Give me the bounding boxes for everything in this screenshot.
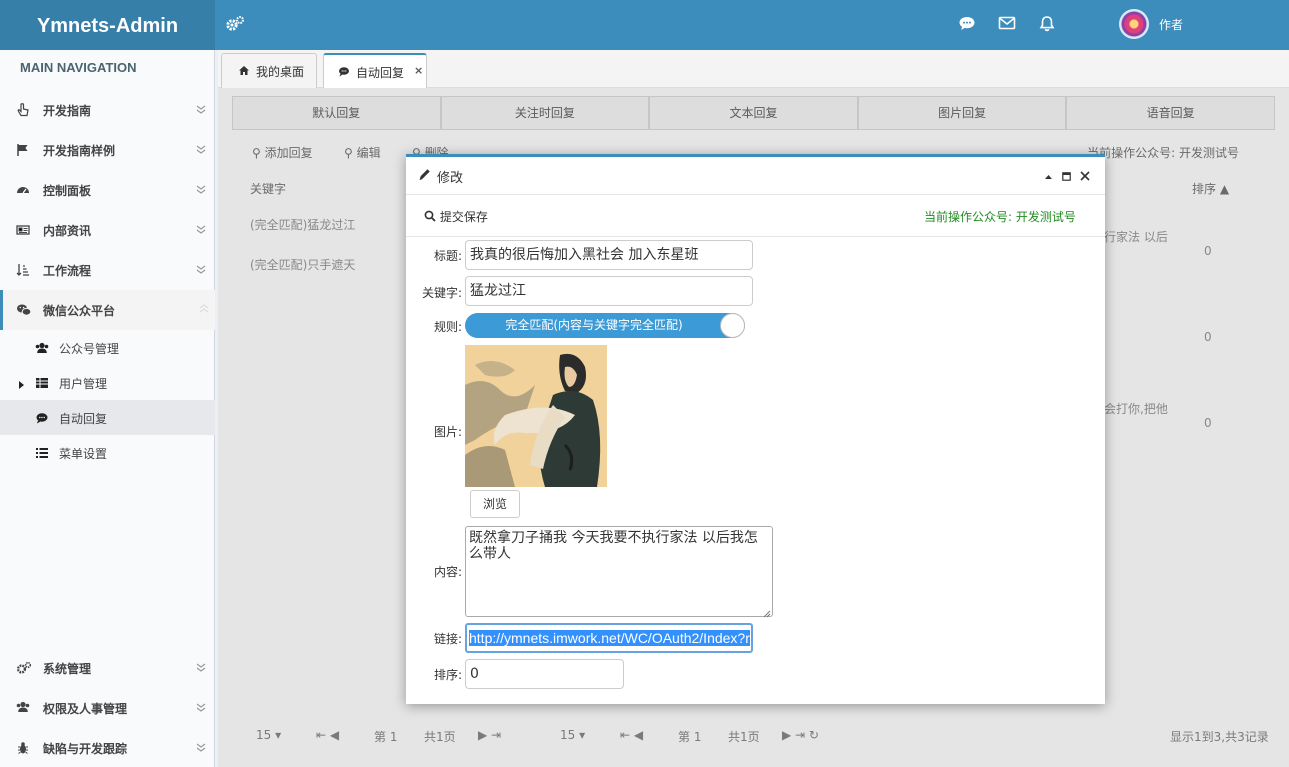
avatar[interactable] (1119, 9, 1149, 39)
sidebar-item-wechat-platform[interactable]: 微信公众平台 (0, 290, 215, 330)
dialog-toolbar: 提交保存 当前操作公众号: 开发测试号 (406, 195, 1105, 237)
image-label: 图片: (433, 425, 462, 439)
sidebar-item-dashboard[interactable]: 控制面板 (0, 170, 215, 210)
sidebar-item-system[interactable]: 系统管理 (0, 648, 215, 688)
content-label: 内容: (433, 565, 462, 579)
title-label: 标题: (433, 249, 462, 263)
sidebar-item-dev-guide-samples[interactable]: 开发指南样例 (0, 130, 215, 170)
home-icon (238, 65, 250, 79)
sidebar-item-permissions-hr[interactable]: 权限及人事管理 (0, 688, 215, 728)
link-field[interactable]: http://ymnets.imwork.net/WC/OAuth2/Index… (465, 623, 753, 653)
keyword-field[interactable]: 猛龙过江 (465, 276, 753, 306)
sidebar-subitem-auto-reply[interactable]: 自动回复 (0, 400, 215, 435)
sidebar-item-label: 系统管理 (43, 662, 92, 676)
bug-icon (16, 741, 30, 758)
user-name[interactable]: 作者 (1159, 16, 1183, 33)
table-icon (35, 377, 49, 392)
comment-icon (338, 66, 350, 80)
dialog-title: 修改 (437, 171, 464, 186)
rule-toggle[interactable]: 完全匹配(内容与关键字完全匹配) (465, 313, 745, 338)
toggle-knob[interactable] (720, 313, 745, 338)
chevron-down-icon (195, 183, 207, 198)
sidebar-subitem-label: 自动回复 (59, 412, 108, 426)
chevron-down-icon (195, 263, 207, 278)
link-value: http://ymnets.imwork.net/WC/OAuth2/Index… (469, 630, 750, 646)
tab-close-icon[interactable]: × (414, 64, 423, 77)
sidebar-item-label: 内部资讯 (43, 224, 92, 238)
title-field[interactable]: 我真的很后悔加入黑社会 加入东星班 (465, 240, 753, 270)
envelope-icon[interactable] (998, 15, 1016, 34)
submit-save-button[interactable]: 提交保存 (424, 208, 488, 225)
newspaper-icon (16, 223, 30, 240)
sidebar-item-dev-guide[interactable]: 开发指南 (0, 90, 215, 130)
sidebar-subitem-accounts[interactable]: 公众号管理 (0, 330, 215, 365)
rule-label: 规则: (433, 320, 462, 334)
sidebar: MAIN NAVIGATION 开发指南 开发指南样例 控制面板 内部资讯 工作… (0, 50, 215, 767)
tab-label: 我的桌面 (256, 65, 305, 79)
collapse-icon[interactable] (1044, 170, 1053, 184)
sort-icon (16, 263, 30, 280)
dashboard-icon (16, 183, 30, 200)
chevron-down-icon (195, 223, 207, 238)
dialog-header[interactable]: 修改 (406, 157, 1105, 195)
close-icon[interactable] (1080, 170, 1090, 184)
app-logo[interactable]: Ymnets-Admin (0, 0, 215, 50)
chevron-down-icon (195, 741, 207, 756)
sidebar-subitem-label: 菜单设置 (59, 447, 108, 461)
sidebar-item-label: 权限及人事管理 (43, 702, 128, 716)
caret-right-icon (19, 378, 24, 392)
search-icon (424, 210, 436, 224)
comments-icon[interactable] (958, 15, 976, 34)
sort-field[interactable]: 0 (465, 659, 624, 689)
sidebar-subitem-label: 公众号管理 (59, 342, 120, 356)
keyword-label: 关键字: (421, 286, 462, 300)
sidebar-item-label: 缺陷与开发跟踪 (43, 742, 128, 756)
users-icon (35, 342, 49, 357)
resize-handle-icon[interactable] (763, 607, 771, 621)
pointer-hand-icon (16, 103, 30, 120)
link-label: 链接: (433, 632, 462, 646)
users-icon (16, 701, 30, 716)
pencil-icon (418, 168, 431, 184)
browse-button[interactable]: 浏览 (470, 490, 520, 518)
submit-save-label: 提交保存 (439, 210, 488, 224)
flag-icon (16, 143, 30, 160)
tab-my-desktop[interactable]: 我的桌面 (221, 53, 317, 89)
sidebar-item-label: 开发指南样例 (43, 144, 116, 158)
comment-icon (35, 412, 49, 427)
sidebar-item-label: 开发指南 (43, 104, 92, 118)
maximize-icon[interactable] (1062, 170, 1071, 184)
nav-heading: MAIN NAVIGATION (20, 60, 137, 75)
chevron-down-icon (195, 701, 207, 716)
edit-dialog: 修改 提交保存 当前操作公众号: 开发测试号 标题: 我真的很后悔加入黑社会 加… (406, 154, 1105, 704)
cogs-icon (16, 661, 32, 678)
sidebar-subitem-label: 用户管理 (59, 377, 108, 391)
bell-icon[interactable] (1039, 15, 1055, 35)
sidebar-item-label: 控制面板 (43, 184, 92, 198)
chevron-down-icon (195, 143, 207, 158)
reply-image (465, 345, 607, 487)
top-bar: Ymnets-Admin 作者 (0, 0, 1289, 50)
content-textarea[interactable]: 既然拿刀子捅我 今天我要不执行家法 以后我怎么带人 (465, 526, 773, 617)
sidebar-item-label: 微信公众平台 (43, 304, 116, 318)
current-account-label: 当前操作公众号: 开发测试号 (924, 210, 1076, 224)
tab-label: 自动回复 (356, 66, 405, 80)
wechat-icon (16, 303, 32, 320)
chevron-down-icon (195, 103, 207, 118)
cogs-icon[interactable] (225, 15, 245, 36)
sidebar-item-label: 工作流程 (43, 264, 92, 278)
tab-auto-reply[interactable]: 自动回复 × (323, 53, 427, 89)
sidebar-item-defect-tracking[interactable]: 缺陷与开发跟踪 (0, 728, 215, 767)
sidebar-subitem-menu-settings[interactable]: 菜单设置 (0, 435, 215, 470)
chevron-down-icon (195, 661, 207, 676)
sidebar-subitem-users[interactable]: 用户管理 (0, 365, 215, 400)
list-icon (35, 447, 49, 462)
sidebar-item-workflow[interactable]: 工作流程 (0, 250, 215, 290)
rule-toggle-text: 完全匹配(内容与关键字完全匹配) (505, 318, 683, 332)
sort-label: 排序: (433, 668, 462, 682)
chevron-up-icon (198, 303, 210, 318)
tab-bar: 我的桌面 自动回复 × (218, 50, 1289, 89)
sidebar-item-internal-news[interactable]: 内部资讯 (0, 210, 215, 250)
